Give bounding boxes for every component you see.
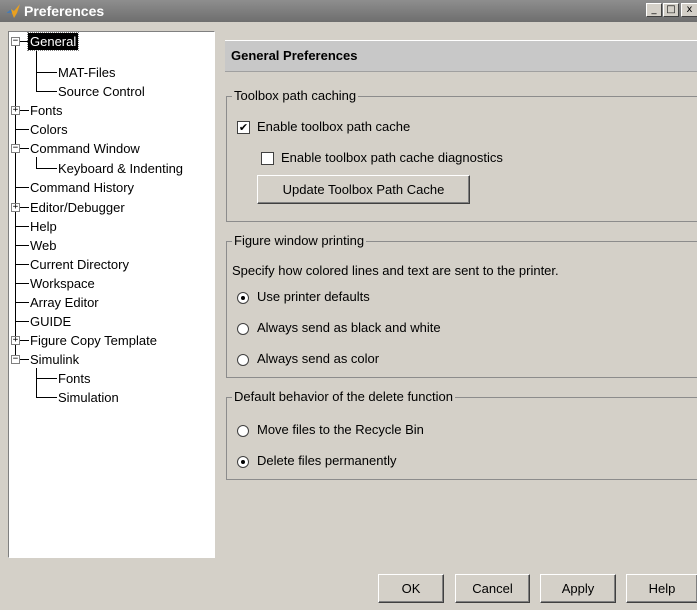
tree-item-source-control[interactable]: Source Control: [56, 83, 147, 100]
delete-permanently-radio[interactable]: [237, 456, 249, 468]
tree-item-workspace[interactable]: Workspace: [28, 275, 97, 292]
tree-item-colors[interactable]: Colors: [28, 121, 70, 138]
tree-item-mat-files[interactable]: MAT-Files: [56, 64, 118, 81]
delete-group-legend: Default behavior of the delete function: [232, 389, 455, 404]
apply-button[interactable]: Apply: [540, 574, 616, 603]
delete-permanently-label[interactable]: Delete files permanently: [257, 453, 396, 468]
window-title: Preferences: [24, 3, 105, 19]
panel-header: General Preferences: [225, 40, 697, 72]
update-toolbox-path-cache-button[interactable]: Update Toolbox Path Cache: [257, 175, 470, 204]
tree-item-figure-copy-template[interactable]: Figure Copy Template: [28, 332, 159, 349]
ok-button[interactable]: OK: [378, 574, 444, 603]
use-printer-defaults-label[interactable]: Use printer defaults: [257, 289, 370, 304]
tree-item-simulink[interactable]: Simulink: [28, 351, 81, 368]
collapse-general-icon[interactable]: −: [11, 37, 20, 46]
black-and-white-radio[interactable]: [237, 323, 249, 335]
collapse-command-window-icon[interactable]: −: [11, 144, 20, 153]
preferences-tree[interactable]: − + − + + − General MAT-Files Source Con…: [8, 31, 215, 558]
close-button[interactable]: x: [681, 3, 697, 17]
use-printer-defaults-radio[interactable]: [237, 292, 249, 304]
maximize-button[interactable]: □: [663, 3, 679, 17]
tree-item-help[interactable]: Help: [28, 218, 59, 235]
tree-item-general[interactable]: General: [26, 32, 80, 51]
expand-figure-copy-template-icon[interactable]: +: [11, 336, 20, 345]
figure-window-printing-group: Figure window printing Specify how color…: [226, 233, 697, 378]
recycle-bin-radio[interactable]: [237, 425, 249, 437]
enable-diagnostics-checkbox[interactable]: [261, 152, 274, 165]
enable-diagnostics-label[interactable]: Enable toolbox path cache diagnostics: [281, 150, 503, 165]
tree-item-fonts[interactable]: Fonts: [28, 102, 65, 119]
recycle-bin-label[interactable]: Move files to the Recycle Bin: [257, 422, 424, 437]
tree-item-current-directory[interactable]: Current Directory: [28, 256, 131, 273]
tree-item-command-history[interactable]: Command History: [28, 179, 136, 196]
printing-group-legend: Figure window printing: [232, 233, 367, 248]
minimize-button[interactable]: _: [646, 3, 662, 17]
tree-item-keyboard-indenting[interactable]: Keyboard & Indenting: [56, 160, 185, 177]
printing-description: Specify how colored lines and text are s…: [232, 263, 559, 278]
expand-fonts-icon[interactable]: +: [11, 106, 20, 115]
tree-item-array-editor[interactable]: Array Editor: [28, 294, 101, 311]
tree-item-editor-debugger[interactable]: Editor/Debugger: [28, 199, 127, 216]
send-as-color-label[interactable]: Always send as color: [257, 351, 379, 366]
black-and-white-label[interactable]: Always send as black and white: [257, 320, 441, 335]
title-bar[interactable]: Preferences _ □ x: [0, 0, 697, 22]
tree-item-guide[interactable]: GUIDE: [28, 313, 73, 330]
collapse-simulink-icon[interactable]: −: [11, 355, 20, 364]
tree-item-simulation[interactable]: Simulation: [56, 389, 121, 406]
help-button[interactable]: Help: [626, 574, 697, 603]
delete-behavior-group: Default behavior of the delete function …: [226, 389, 697, 480]
enable-toolbox-cache-checkbox[interactable]: ✔: [237, 121, 250, 134]
tree-item-simulink-fonts[interactable]: Fonts: [56, 370, 93, 387]
panel-title: General Preferences: [231, 48, 358, 63]
cancel-button[interactable]: Cancel: [455, 574, 530, 603]
toolbox-group-legend: Toolbox path caching: [232, 88, 359, 103]
toolbox-path-caching-group: Toolbox path caching ✔ Enable toolbox pa…: [226, 88, 697, 222]
tree-item-command-window[interactable]: Command Window: [28, 140, 142, 157]
enable-toolbox-cache-label[interactable]: Enable toolbox path cache: [257, 119, 410, 134]
tree-item-web[interactable]: Web: [28, 237, 59, 254]
send-as-color-radio[interactable]: [237, 354, 249, 366]
matlab-icon: [6, 4, 20, 18]
expand-editor-debugger-icon[interactable]: +: [11, 203, 20, 212]
